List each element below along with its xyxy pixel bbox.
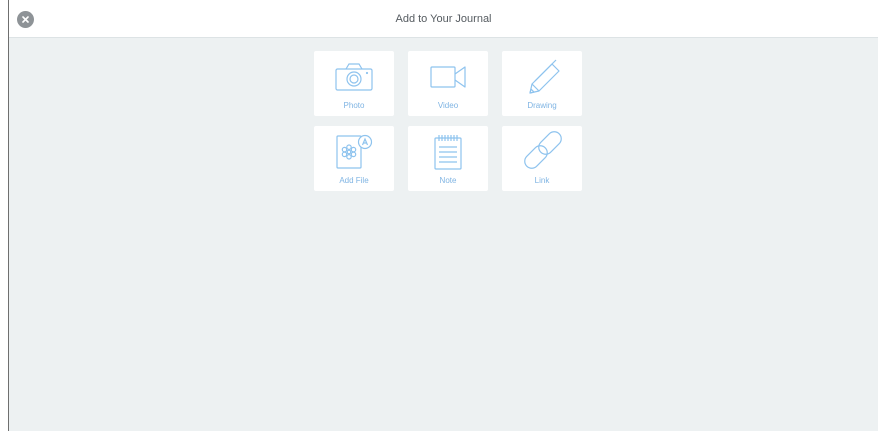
photo-option[interactable]: Photo [314,51,394,116]
journal-modal: Add to Your Journal Photo Video Drawing … [8,0,878,431]
video-camera-icon [430,66,466,88]
add-file-option[interactable]: Add File [314,126,394,191]
pencil-icon [529,59,560,94]
link-icon [524,131,562,169]
modal-header: Add to Your Journal [9,0,878,38]
add-options-grid: Photo Video Drawing Add File Note Link [314,51,582,191]
add-file-label: Add File [339,176,369,185]
note-label: Note [439,176,457,185]
notepad-icon [434,135,462,170]
link-label: Link [534,176,550,185]
file-icon [336,134,373,169]
video-option[interactable]: Video [408,51,488,116]
modal-title: Add to Your Journal [395,13,492,25]
video-label: Video [437,101,459,110]
drawing-label: Drawing [527,101,557,110]
link-option[interactable]: Link [502,126,582,191]
photo-label: Photo [343,101,365,110]
drawing-option[interactable]: Drawing [502,51,582,116]
note-option[interactable]: Note [408,126,488,191]
camera-icon [335,63,373,91]
